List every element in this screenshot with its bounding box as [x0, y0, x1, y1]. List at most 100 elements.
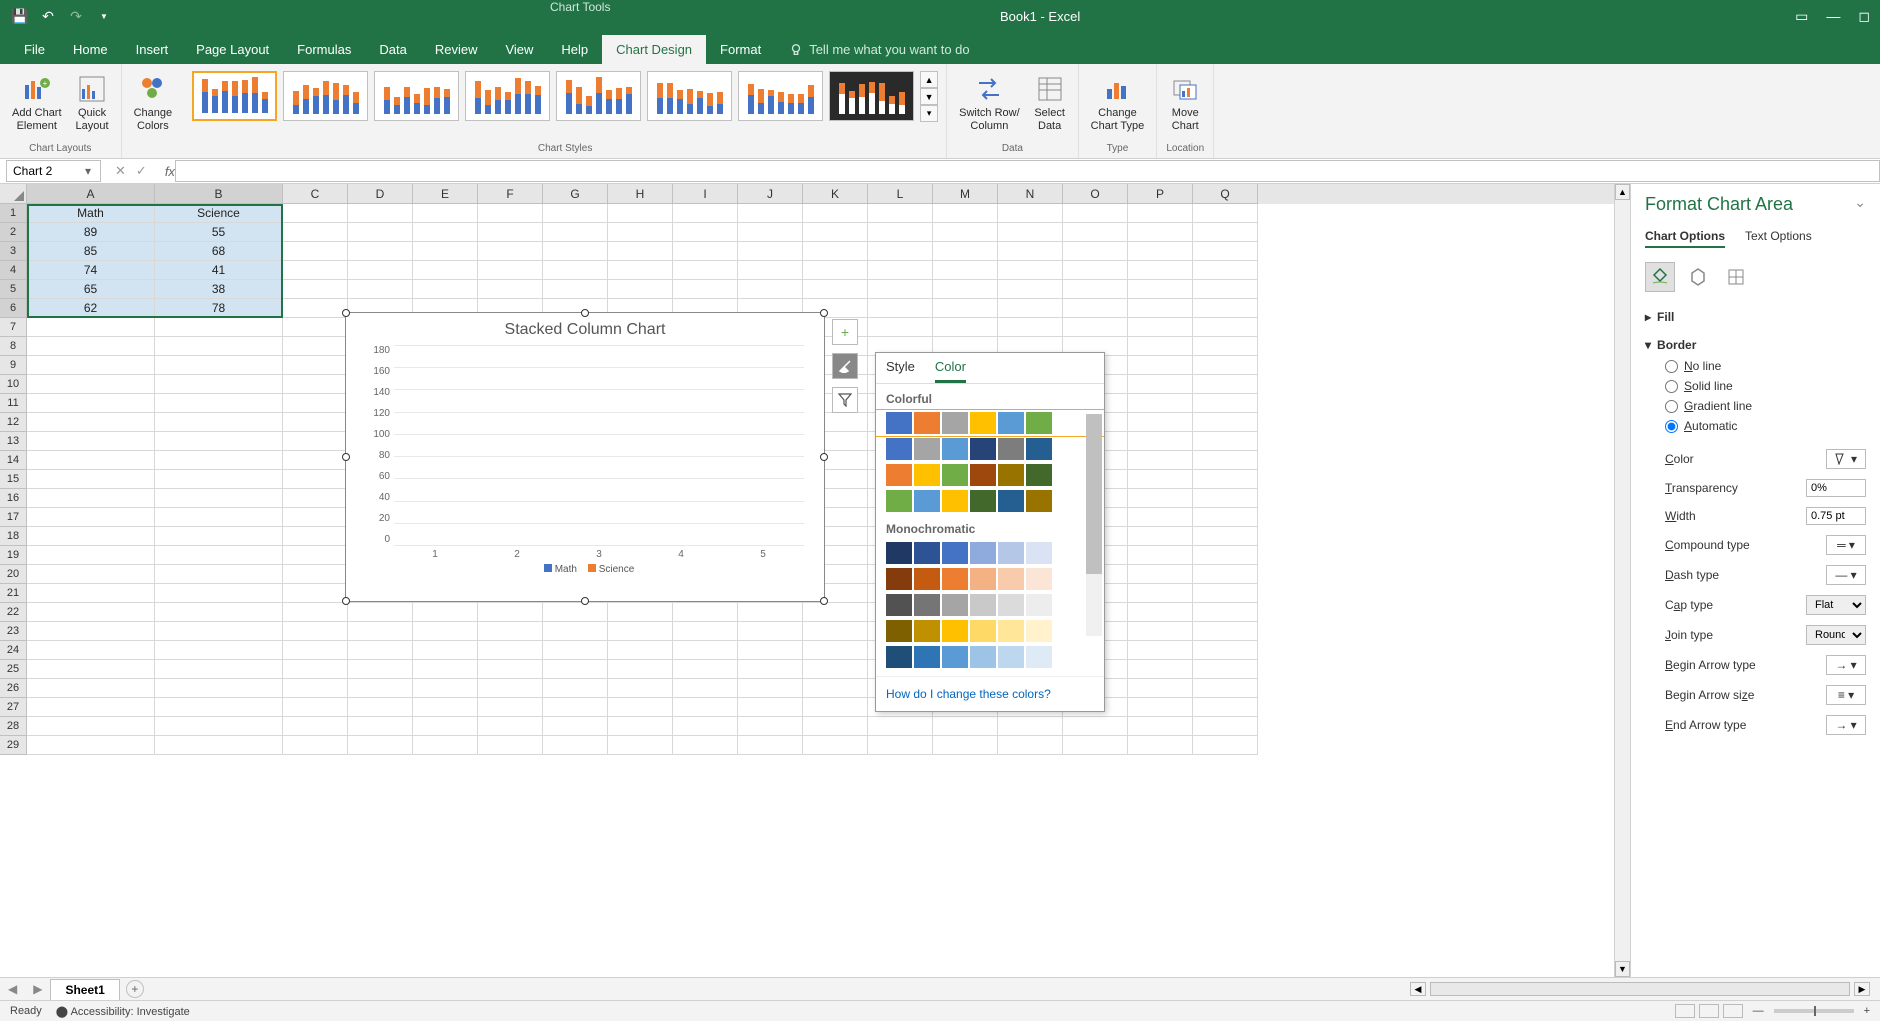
quick-layout-button[interactable]: Quick Layout [72, 71, 113, 135]
cell-Q17[interactable] [1193, 508, 1258, 527]
cell-Q24[interactable] [1193, 641, 1258, 660]
embedded-chart[interactable]: + Stacked Column Chart 18016014012010080… [345, 312, 825, 602]
enter-formula-icon[interactable]: ✓ [136, 163, 147, 179]
cell-B12[interactable] [155, 413, 283, 432]
row-header-21[interactable]: 21 [0, 584, 27, 603]
cell-D1[interactable] [348, 204, 413, 223]
cell-A13[interactable] [27, 432, 155, 451]
cell-P23[interactable] [1128, 622, 1193, 641]
cell-F28[interactable] [478, 717, 543, 736]
cell-C2[interactable] [283, 223, 348, 242]
cell-A22[interactable] [27, 603, 155, 622]
fill-section-header[interactable]: ▸Fill [1645, 306, 1866, 328]
cell-G4[interactable] [543, 261, 608, 280]
cell-I29[interactable] [673, 736, 738, 755]
cell-B16[interactable] [155, 489, 283, 508]
cell-L1[interactable] [868, 204, 933, 223]
cell-N2[interactable] [998, 223, 1063, 242]
cell-I28[interactable] [673, 717, 738, 736]
row-header-11[interactable]: 11 [0, 394, 27, 413]
style-scroll-up[interactable]: ▲ [920, 71, 938, 88]
col-header-K[interactable]: K [803, 184, 868, 204]
cell-F2[interactable] [478, 223, 543, 242]
tab-formulas[interactable]: Formulas [283, 35, 365, 64]
cell-K5[interactable] [803, 280, 868, 299]
cell-Q12[interactable] [1193, 413, 1258, 432]
cell-C16[interactable] [283, 489, 348, 508]
cell-C9[interactable] [283, 356, 348, 375]
cell-M4[interactable] [933, 261, 998, 280]
name-box-dropdown-icon[interactable]: ▾ [82, 164, 94, 178]
col-header-E[interactable]: E [413, 184, 478, 204]
cap-type-select[interactable]: Flat [1806, 595, 1866, 615]
row-header-17[interactable]: 17 [0, 508, 27, 527]
cell-C10[interactable] [283, 375, 348, 394]
cell-L5[interactable] [868, 280, 933, 299]
palette-row[interactable] [876, 488, 1104, 514]
row-header-25[interactable]: 25 [0, 660, 27, 679]
cell-D22[interactable] [348, 603, 413, 622]
cell-O7[interactable] [1063, 318, 1128, 337]
cell-A1[interactable]: Math [27, 204, 155, 223]
select-all-cell[interactable] [0, 184, 27, 204]
cell-B26[interactable] [155, 679, 283, 698]
cell-I22[interactable] [673, 603, 738, 622]
cell-C15[interactable] [283, 470, 348, 489]
cell-B14[interactable] [155, 451, 283, 470]
cell-L7[interactable] [868, 318, 933, 337]
text-options-tab[interactable]: Text Options [1745, 229, 1812, 248]
cell-O2[interactable] [1063, 223, 1128, 242]
cell-Q5[interactable] [1193, 280, 1258, 299]
cell-Q22[interactable] [1193, 603, 1258, 622]
col-header-P[interactable]: P [1128, 184, 1193, 204]
cell-E24[interactable] [413, 641, 478, 660]
cell-K25[interactable] [803, 660, 868, 679]
cell-J23[interactable] [738, 622, 803, 641]
cell-P17[interactable] [1128, 508, 1193, 527]
cell-P7[interactable] [1128, 318, 1193, 337]
cell-A7[interactable] [27, 318, 155, 337]
cell-K23[interactable] [803, 622, 868, 641]
cell-A8[interactable] [27, 337, 155, 356]
cell-N5[interactable] [998, 280, 1063, 299]
cell-A19[interactable] [27, 546, 155, 565]
cell-O29[interactable] [1063, 736, 1128, 755]
col-header-Q[interactable]: Q [1193, 184, 1258, 204]
cell-B3[interactable]: 68 [155, 242, 283, 261]
cell-F5[interactable] [478, 280, 543, 299]
cell-B23[interactable] [155, 622, 283, 641]
cell-P16[interactable] [1128, 489, 1193, 508]
cell-H28[interactable] [608, 717, 673, 736]
cell-A28[interactable] [27, 717, 155, 736]
cell-A12[interactable] [27, 413, 155, 432]
cell-H25[interactable] [608, 660, 673, 679]
cell-M6[interactable] [933, 299, 998, 318]
chart-style-thumb-5[interactable] [556, 71, 641, 121]
cell-J1[interactable] [738, 204, 803, 223]
cell-Q29[interactable] [1193, 736, 1258, 755]
cell-Q7[interactable] [1193, 318, 1258, 337]
cell-F22[interactable] [478, 603, 543, 622]
select-data-button[interactable]: Select Data [1030, 71, 1070, 135]
chart-filters-button[interactable] [832, 387, 858, 413]
tell-me-search[interactable]: Tell me what you want to do [775, 35, 983, 64]
cell-Q1[interactable] [1193, 204, 1258, 223]
col-header-H[interactable]: H [608, 184, 673, 204]
cell-I27[interactable] [673, 698, 738, 717]
cell-C19[interactable] [283, 546, 348, 565]
cell-I24[interactable] [673, 641, 738, 660]
cell-M7[interactable] [933, 318, 998, 337]
pane-collapse-icon[interactable]: ⌄ [1854, 194, 1866, 215]
cell-P20[interactable] [1128, 565, 1193, 584]
zoom-out-button[interactable]: — [1753, 1005, 1764, 1017]
tab-insert[interactable]: Insert [122, 35, 183, 64]
cell-K27[interactable] [803, 698, 868, 717]
row-header-29[interactable]: 29 [0, 736, 27, 755]
cell-F3[interactable] [478, 242, 543, 261]
hscroll-right-icon[interactable]: ▶ [1854, 982, 1870, 996]
dash-type-dropdown[interactable]: — ▾ [1826, 565, 1866, 585]
chart-styles-button[interactable] [832, 353, 858, 379]
cell-C17[interactable] [283, 508, 348, 527]
cell-Q23[interactable] [1193, 622, 1258, 641]
horizontal-scrollbar[interactable] [1430, 982, 1850, 996]
